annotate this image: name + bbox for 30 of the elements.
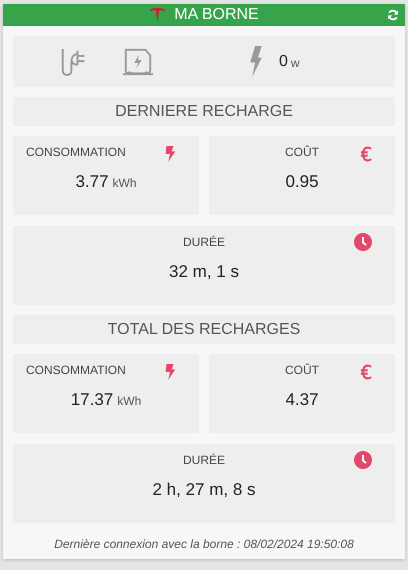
stat-value: 32 m, 1 s (169, 262, 239, 282)
stat-unit: kWh (112, 176, 137, 190)
stat-label: COÛT (285, 363, 319, 377)
stat-label: DURÉE (182, 235, 225, 249)
euro-icon (360, 364, 372, 380)
section-title: TOTAL DES RECHARGES (13, 315, 395, 344)
lightning-icon (164, 146, 176, 162)
stat-value: 3.77 (75, 172, 109, 192)
stat-label: COÛT (285, 145, 319, 159)
widget-title: MA BORNE (174, 6, 259, 24)
refresh-icon[interactable] (387, 9, 399, 21)
stat-unit: kWh (117, 394, 142, 408)
clock-icon (354, 451, 372, 469)
stat-label: DURÉE (182, 453, 225, 467)
power-unit: w (290, 56, 300, 70)
clock-icon (354, 233, 372, 251)
stat-value: 4.37 (285, 390, 319, 410)
last-connection-text: Dernière connexion avec la borne : 08/02/2024 19:50:08 (53, 537, 355, 551)
stat-label: CONSOMMATION (26, 363, 126, 377)
stat-value: 2 h, 27 m, 8 s (152, 480, 256, 500)
power-value: 0 (279, 52, 288, 70)
euro-icon (360, 146, 372, 162)
lightning-icon (164, 364, 176, 380)
cable-plug-icon (61, 46, 87, 76)
section-title: DERNIERE RECHARGE (13, 97, 395, 126)
stat-value: 0.95 (285, 172, 319, 192)
stat-value: 17.37 (70, 390, 114, 410)
lightning-icon (249, 46, 263, 77)
t-logo-icon (149, 6, 166, 24)
stat-label: CONSOMMATION (26, 145, 126, 159)
